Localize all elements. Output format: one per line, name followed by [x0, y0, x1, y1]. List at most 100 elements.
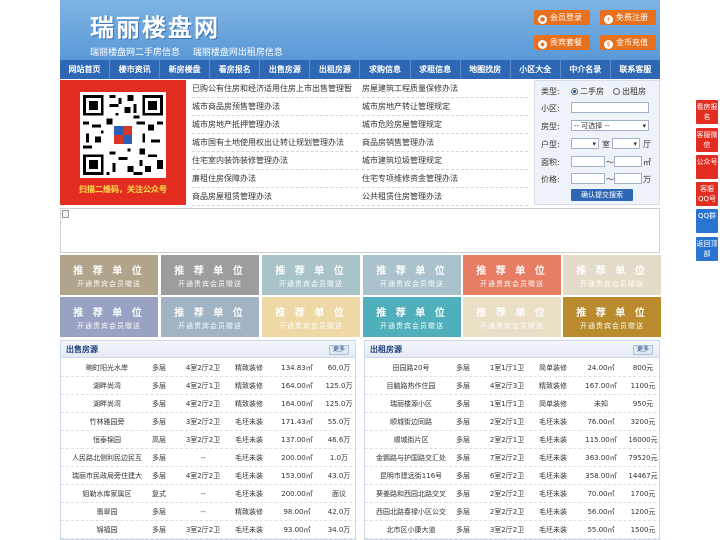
rent-listing-row[interactable]: 田园路20号 多层 1室1厅1卫 简单装修 24.00㎡ 800元 — [365, 359, 661, 377]
vip-package-button[interactable]: ◆ 贵宾套餐 — [534, 35, 590, 50]
recommend-slot[interactable]: 推 荐 单 位开通贵宾会员赠送 — [563, 297, 661, 337]
rent-panel-title: 出租房源 — [370, 345, 402, 354]
sale-listing-row[interactable]: 竹林雅园旁 多层 3室2厅2卫 毛坯未装 171.43㎡ 55.0万 — [61, 413, 357, 431]
main-nav: 网站首页 楼市资讯 新房楼盘 看房报名 出售房源 出租房源 求购信息 求租信息 地图找房 小区大全… — [60, 60, 660, 79]
sale-listing-row[interactable]: 畹町阳光水岸 多层 4室2厅2卫 精致装修 134.83㎡ 60.0万 — [61, 359, 357, 377]
listing-price: 34.0万 — [327, 526, 351, 534]
sale-listing-row[interactable]: 瑞丽市民政局旁住建大 多层 4室2厅2卫 毛坯未装 153.00㎡ 43.0万 — [61, 467, 357, 485]
notice-link[interactable]: 公共租赁住房管理办法 — [362, 188, 528, 206]
rent-listing-row[interactable]: 顺城街边同路 多层 2室2厅1卫 毛坯未装 76.00㎡ 3200元 — [365, 413, 661, 431]
notice-link[interactable]: 城市房地产抵押管理办法 — [192, 116, 358, 134]
recommend-title: 推 荐 单 位 — [476, 266, 548, 277]
site-logo[interactable]: 瑞丽楼盘网 — [90, 8, 220, 43]
listing-price: 125.0万 — [325, 400, 353, 408]
rent-listing-row[interactable]: 顺城街片区 多层 2室2厅1卫 毛坯未装 115.00㎡ 16000元 — [365, 431, 661, 449]
rent-listing-row[interactable]: 北市区小康大道 多层 3室2厅2卫 毛坯未装 55.00㎡ 1500元 — [365, 521, 661, 539]
recommend-slot[interactable]: 推 荐 单 位开通贵宾会员赠送 — [161, 255, 259, 295]
nav-item-11[interactable]: 联系客服 — [611, 60, 660, 79]
recommend-slot[interactable]: 推 荐 单 位开通贵宾会员赠送 — [161, 297, 259, 337]
listing-decoration: 毛坯未装 — [539, 526, 567, 534]
nav-item-4[interactable]: 出售房源 — [260, 60, 311, 79]
rent-listing-row[interactable]: 瑞丽楼源小区 多层 1室1厅1卫 简单装修 未知 950元 — [365, 395, 661, 413]
nav-item-1[interactable]: 楼市资讯 — [110, 60, 161, 79]
float-button-0[interactable]: 看房报名 — [696, 100, 718, 124]
ad-banner[interactable] — [60, 208, 660, 253]
recommend-slot[interactable]: 推 荐 单 位开通贵宾会员赠送 — [60, 255, 158, 295]
float-button-3[interactable]: 客服QQ号 — [696, 182, 718, 206]
recommend-slot[interactable]: 推 荐 单 位开通贵宾会员赠送 — [563, 255, 661, 295]
broken-image-icon — [62, 210, 69, 218]
sale-listing-row[interactable]: 恒泰锦园 高层 3室2厅2卫 毛坯未装 137.00㎡ 46.6万 — [61, 431, 357, 449]
secondhand-info-link[interactable]: 瑞丽楼盘网二手房信息 — [90, 48, 180, 58]
listing-price: 46.6万 — [327, 436, 351, 444]
rent-more-link[interactable]: 更多 — [632, 345, 653, 355]
sale-listing-row[interactable]: 人民路北侧利民边民互 多层 -- 毛坯未装 200.00㎡ 1.0万 — [61, 449, 357, 467]
nav-item-2[interactable]: 新房楼盘 — [160, 60, 211, 79]
nav-item-10[interactable]: 中介名录 — [561, 60, 611, 79]
sale-listing-row[interactable]: 翡翠园 多层 -- 精致装修 98.00㎡ 42.0万 — [61, 503, 357, 521]
recommend-slot[interactable]: 推 荐 单 位开通贵宾会员赠送 — [463, 255, 561, 295]
community-input[interactable] — [571, 102, 649, 113]
rent-listing-panel: 出租房源 更多 田园路20号 多层 1室1厅1卫 简单装修 24.00㎡ 800元 目脑路热… — [364, 340, 661, 540]
sale-more-link[interactable]: 更多 — [328, 345, 349, 355]
price-max-input[interactable] — [614, 173, 642, 184]
nav-item-3[interactable]: 看房报名 — [210, 60, 261, 79]
nav-item-9[interactable]: 小区大全 — [511, 60, 561, 79]
float-button-5[interactable]: 返回顶部 — [696, 237, 718, 261]
rent-listing-row[interactable]: 葵姜路和西园北路交叉 多层 2室2厅2卫 毛坯未装 70.00㎡ 1700元 — [365, 485, 661, 503]
rent-listing-row[interactable]: 西园北路春禄小区公交 多层 2室2厅2卫 毛坯未装 56.00㎡ 1200元 — [365, 503, 661, 521]
recommend-slot[interactable]: 推 荐 单 位开通贵宾会员赠送 — [363, 297, 461, 337]
nav-item-5[interactable]: 出租房源 — [310, 60, 361, 79]
recommend-slot[interactable]: 推 荐 单 位开通贵宾会员赠送 — [262, 255, 360, 295]
notice-link[interactable]: 城市商品房预售管理办法 — [192, 98, 358, 116]
rent-listing-row[interactable]: 目脑路热作住园 多层 4室2厅3卫 精致装修 167.00㎡ 1100元 — [365, 377, 661, 395]
sale-listing-row[interactable]: 湖畔尚湾 多层 4室2厅1卫 精致装修 164.00㎡ 125.0万 — [61, 377, 357, 395]
notice-link[interactable]: 商品房屋租赁管理办法 — [192, 188, 358, 206]
float-button-2[interactable]: 公众号 — [696, 155, 718, 179]
float-button-1[interactable]: 客服微信 — [696, 128, 718, 152]
room-select[interactable]: ▾ — [571, 138, 599, 149]
login-button[interactable]: ● 会员登录 — [534, 10, 590, 25]
type-radio-secondhand[interactable]: 二手房 — [571, 86, 604, 97]
area-min-input[interactable] — [571, 156, 605, 167]
sale-listing-row[interactable]: 姐勒水库家属区 复式 -- 毛坯未装 200.00㎡ 面议 — [61, 485, 357, 503]
sale-panel-title: 出售房源 — [66, 345, 98, 354]
recommend-slot[interactable]: 推 荐 单 位开通贵宾会员赠送 — [262, 297, 360, 337]
sale-listing-row[interactable]: 湖畔尚湾 多层 4室2厅2卫 精致装修 164.00㎡ 125.0万 — [61, 395, 357, 413]
price-min-input[interactable] — [571, 173, 605, 184]
house-type-select[interactable]: -- 可选择 -- ▾ — [571, 120, 649, 131]
rental-info-link[interactable]: 瑞丽楼盘网出租房信息 — [193, 48, 283, 58]
listing-price: 800元 — [632, 364, 654, 372]
notice-link[interactable]: 城市建筑垃圾管理规定 — [362, 152, 528, 170]
search-submit-button[interactable]: 确认提交搜索 — [571, 189, 633, 201]
notice-link[interactable]: 房屋建筑工程质量保修办法 — [362, 80, 528, 98]
notice-link[interactable]: 商品房销售管理办法 — [362, 134, 528, 152]
listing-area: 164.00㎡ — [281, 400, 313, 408]
notice-link[interactable]: 城市房地产转让管理规定 — [362, 98, 528, 116]
type-radio-rental[interactable]: 出租房 — [613, 86, 646, 97]
nav-item-7[interactable]: 求租信息 — [411, 60, 461, 79]
recommend-slot[interactable]: 推 荐 单 位开通贵宾会员赠送 — [463, 297, 561, 337]
hall-select[interactable]: ▾ — [612, 138, 640, 149]
notice-link[interactable]: 住宅室内装饰装修管理办法 — [192, 152, 358, 170]
notice-link[interactable]: 住宅专项维修资金管理办法 — [362, 170, 528, 188]
area-max-input[interactable] — [614, 156, 642, 167]
listing-price: 79520元 — [628, 454, 658, 462]
nav-item-8[interactable]: 地图找房 — [461, 60, 511, 79]
nav-item-6[interactable]: 求购信息 — [360, 60, 411, 79]
notice-link[interactable]: 城市国有土地使用权出让转让规划管理办法 — [192, 134, 358, 152]
nav-item-0[interactable]: 网站首页 — [60, 60, 111, 79]
recommend-slot[interactable]: 推 荐 单 位开通贵宾会员赠送 — [363, 255, 461, 295]
notice-link[interactable]: 廉租住房保障办法 — [192, 170, 358, 188]
recommend-subtitle: 开通贵宾会员赠送 — [580, 280, 644, 288]
rent-listing-row[interactable]: 昆明市建远街116号 多层 6室2厅2卫 毛坯未装 358.00㎡ 14467元 — [365, 467, 661, 485]
recommend-title: 推 荐 单 位 — [275, 308, 347, 319]
recommend-slot[interactable]: 推 荐 单 位开通贵宾会员赠送 — [60, 297, 158, 337]
float-button-4[interactable]: QQ群 — [696, 209, 718, 233]
register-button[interactable]: + 免费注册 — [600, 10, 656, 25]
rent-listing-row[interactable]: 金鹦路与护国路交汇处 多层 7室2厅2卫 毛坯未装 363.00㎡ 79520元 — [365, 449, 661, 467]
notice-link[interactable]: 已购公有住房和经济适用住房上市出售管理暂 — [192, 80, 358, 98]
notice-link[interactable]: 城市危险房屋管理规定 — [362, 116, 528, 134]
sale-listing-row[interactable]: 锦福园 多层 3室2厅2卫 毛坯未装 93.00㎡ 34.0万 — [61, 521, 357, 539]
recharge-button[interactable]: $ 金币充值 — [600, 35, 656, 50]
